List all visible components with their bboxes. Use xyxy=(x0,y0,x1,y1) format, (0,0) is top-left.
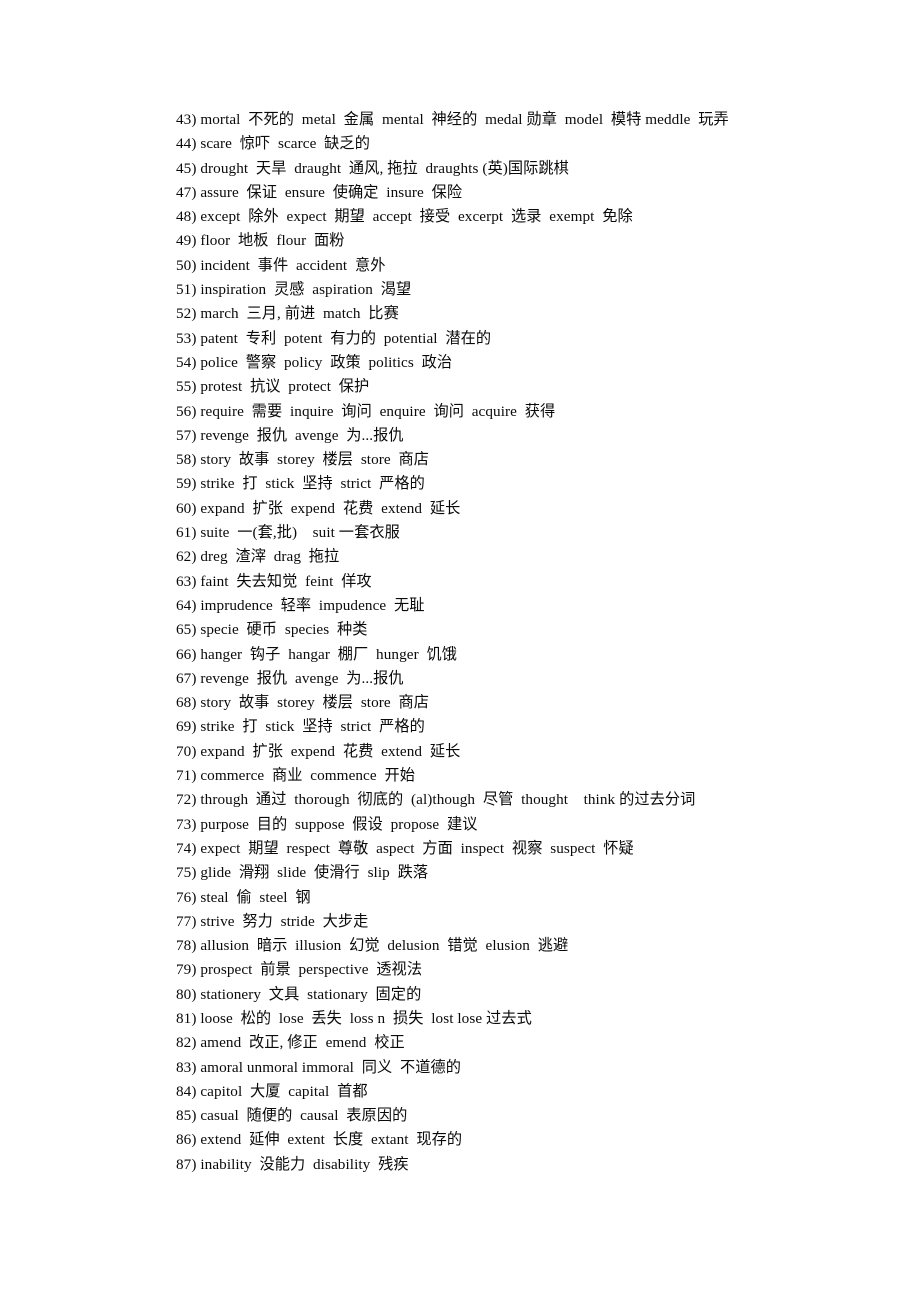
vocabulary-entry: 50) incident 事件 accident 意外 xyxy=(176,256,386,274)
vocabulary-entry: 67) revenge 报仇 avenge 为...报仇 xyxy=(176,669,404,687)
vocabulary-entry: 73) purpose 目的 suppose 假设 propose 建议 xyxy=(176,815,478,833)
vocabulary-entry: 64) imprudence 轻率 impudence 无耻 xyxy=(176,596,425,614)
vocabulary-entry: 47) assure 保证 ensure 使确定 insure 保险 xyxy=(176,183,463,201)
vocabulary-entry: 66) hanger 钩子 hangar 棚厂 hunger 饥饿 xyxy=(176,645,457,663)
vocabulary-entry: 78) allusion 暗示 illusion 幻觉 delusion 错觉 … xyxy=(176,937,569,955)
vocabulary-entry: 85) casual 随便的 causal 表原因的 xyxy=(176,1107,408,1125)
vocabulary-entry: 51) inspiration 灵感 aspiration 渴望 xyxy=(176,281,412,299)
vocabulary-entry: 52) march 三月, 前进 match 比赛 xyxy=(176,305,399,323)
vocabulary-entry: 59) strike 打 stick 坚持 strict 严格的 xyxy=(176,475,425,493)
vocabulary-entry: 48) except 除外 expect 期望 accept 接受 excerp… xyxy=(176,208,633,226)
vocabulary-entry: 81) loose 松的 lose 丢失 loss n 损失 lost lose… xyxy=(176,1009,532,1027)
vocabulary-entry: 82) amend 改正, 修正 emend 校正 xyxy=(176,1034,405,1052)
vocabulary-list: 43) mortal 不死的 metal 金属 mental 神经的 medal… xyxy=(176,108,876,1177)
vocabulary-entry: 69) strike 打 stick 坚持 strict 严格的 xyxy=(176,718,425,736)
vocabulary-entry: 71) commerce 商业 commence 开始 xyxy=(176,767,415,785)
vocabulary-entry: 70) expand 扩张 expend 花费 extend 延长 xyxy=(176,742,461,760)
vocabulary-entry: 84) capitol 大厦 capital 首都 xyxy=(176,1082,368,1100)
vocabulary-entry: 54) police 警察 policy 政策 politics 政治 xyxy=(176,353,453,371)
vocabulary-entry: 63) faint 失去知觉 feint 佯攻 xyxy=(176,572,372,590)
vocabulary-entry: 75) glide 滑翔 slide 使滑行 slip 跌落 xyxy=(176,864,429,882)
vocabulary-entry: 76) steal 偷 steel 钢 xyxy=(176,888,311,906)
vocabulary-entry: 74) expect 期望 respect 尊敬 aspect 方面 inspe… xyxy=(176,839,634,857)
vocabulary-entry: 62) dreg 渣滓 drag 拖拉 xyxy=(176,548,340,566)
vocabulary-entry: 87) inability 没能力 disability 残疾 xyxy=(176,1155,409,1173)
vocabulary-entry: 60) expand 扩张 expend 花费 extend 延长 xyxy=(176,499,461,517)
vocabulary-entry: 65) specie 硬币 species 种类 xyxy=(176,621,368,639)
vocabulary-entry: 83) amoral unmoral immoral 同义 不道德的 xyxy=(176,1058,462,1076)
document-page: 43) mortal 不死的 metal 金属 mental 神经的 medal… xyxy=(0,0,920,1302)
vocabulary-entry: 68) story 故事 storey 楼层 store 商店 xyxy=(176,694,430,712)
vocabulary-entry: 86) extend 延伸 extent 长度 extant 现存的 xyxy=(176,1131,463,1149)
vocabulary-entry: 56) require 需要 inquire 询问 enquire 询问 acq… xyxy=(176,402,556,420)
vocabulary-entry: 49) floor 地板 flour 面粉 xyxy=(176,232,345,250)
vocabulary-entry: 77) strive 努力 stride 大步走 xyxy=(176,912,369,930)
vocabulary-entry: 53) patent 专利 potent 有力的 potential 潜在的 xyxy=(176,329,492,347)
vocabulary-entry: 55) protest 抗议 protect 保护 xyxy=(176,378,370,396)
vocabulary-entry: 44) scare 惊吓 scarce 缺乏的 xyxy=(176,135,370,153)
vocabulary-entry: 61) suite 一(套,批) suit 一套衣服 xyxy=(176,524,400,542)
vocabulary-entry: 57) revenge 报仇 avenge 为...报仇 xyxy=(176,426,404,444)
vocabulary-entry: 45) drought 天旱 draught 通风, 拖拉 draughts (… xyxy=(176,159,569,177)
vocabulary-entry: 43) mortal 不死的 metal 金属 mental 神经的 medal… xyxy=(176,111,729,128)
vocabulary-entry: 80) stationery 文具 stationary 固定的 xyxy=(176,985,422,1003)
vocabulary-entry: 58) story 故事 storey 楼层 store 商店 xyxy=(176,451,430,469)
vocabulary-entry: 79) prospect 前景 perspective 透视法 xyxy=(176,961,423,979)
vocabulary-entry: 72) through 通过 thorough 彻底的 (al)though 尽… xyxy=(176,791,696,809)
